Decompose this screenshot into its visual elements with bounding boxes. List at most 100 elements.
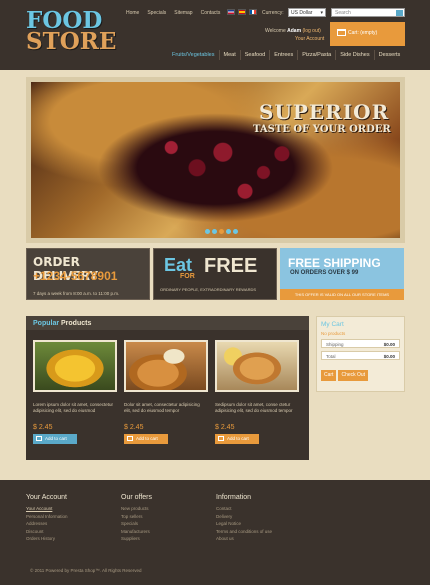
footer-link[interactable]: About us — [216, 535, 272, 543]
footer-link[interactable]: New products — [121, 505, 152, 513]
cart-button-label: Cart: (empty) — [348, 30, 378, 36]
chevron-down-icon: ▾ — [320, 10, 323, 16]
add-to-cart-button[interactable]: Add to cart — [124, 434, 168, 444]
cart-icon — [127, 436, 133, 441]
footer-information: Information Contact Delivery Legal Notic… — [216, 494, 272, 543]
promo-eat-sub: ORDINARY PEOPLE, EXTRAORDINARY REWARDS — [160, 287, 257, 292]
add-to-cart-label: Add to cart — [136, 436, 158, 441]
shipping-title: FREE SHIPPING — [288, 256, 381, 270]
cart-total-row: Total $0.00 — [321, 351, 400, 360]
search-input[interactable]: Search — [331, 8, 405, 17]
delivery-hours: 7 days a week from 8:00 a.m. to 11:00 p.… — [33, 291, 120, 296]
checkout-button[interactable]: Check Out — [338, 370, 369, 381]
promo-free-shipping[interactable]: FREE SHIPPING ON ORDERS OVER $ 99 THIS O… — [280, 248, 404, 300]
search-placeholder: Search — [335, 10, 351, 16]
footer-link[interactable]: Orders History — [26, 535, 68, 543]
slider-dot-3[interactable] — [219, 229, 224, 234]
cart-actions: Cart Check Out — [321, 370, 400, 381]
logout-link[interactable]: (log out) — [302, 28, 320, 34]
footer-link[interactable]: Contact — [216, 505, 272, 513]
total-value: $0.00 — [383, 354, 395, 359]
delivery-phone: +1234-5678901 — [33, 269, 118, 283]
nav-side-dishes[interactable]: Side Dishes — [335, 50, 373, 60]
product-image-nuggets[interactable] — [124, 340, 208, 392]
product-image-schnitzel[interactable] — [215, 340, 299, 392]
product-description: Lorem ipsum dolor sit amet, consectetur … — [33, 402, 114, 413]
my-cart-block: My Cart No products Shipping $0.00 Total… — [316, 316, 405, 392]
nav-pizza-pasta[interactable]: Pizza/Pasta — [297, 50, 335, 60]
product-card: Lorem ipsum dolor sit amet, consectetur … — [33, 340, 117, 444]
nav-fruits-vegetables[interactable]: Fruits/Vegetables — [168, 50, 219, 60]
topnav-sitemap[interactable]: Sitemap — [174, 10, 192, 16]
shipping-value: $0.00 — [383, 342, 395, 347]
footer-link[interactable]: Suppliers — [121, 535, 152, 543]
total-label: Total — [326, 354, 336, 359]
footer-account: Your Account Your Account Personal Infor… — [26, 494, 68, 543]
footer-link[interactable]: Delivery — [216, 513, 272, 521]
promo-order-delivery[interactable]: ORDER DELIVERY +1234-5678901 7 days a we… — [26, 248, 150, 300]
logo-line-2: STORE — [26, 28, 117, 55]
flag-fr-icon[interactable] — [249, 9, 257, 15]
slider-dot-1[interactable] — [205, 229, 210, 234]
footer-link[interactable]: Legal Notice — [216, 520, 272, 528]
popular-title-rest: Products — [61, 320, 92, 327]
footer-link[interactable]: Terms and conditions of use — [216, 528, 272, 536]
slider-dot-5[interactable] — [233, 229, 238, 234]
banner-slide[interactable]: SUPERIOR TASTE OF YOUR ORDER — [31, 82, 400, 238]
cart-icon — [36, 436, 42, 441]
add-to-cart-button[interactable]: Add to cart — [33, 434, 77, 444]
popular-heading: Popular Products — [26, 316, 309, 330]
footer-account-title: Your Account — [26, 494, 67, 501]
nav-desserts[interactable]: Desserts — [373, 50, 405, 60]
product-price: $ 2.45 — [33, 424, 53, 431]
copyright: © 2011 Powered by Presta Shop™. All Righ… — [30, 568, 142, 573]
flag-es-icon[interactable] — [238, 9, 246, 15]
slider-dot-4[interactable] — [226, 229, 231, 234]
topnav-specials[interactable]: Specials — [147, 10, 166, 16]
banner-title: SUPERIOR — [259, 100, 390, 124]
shipping-note: THIS OFFER IS VALID ON ALL OUR STORE ITE… — [280, 289, 404, 300]
my-cart-title[interactable]: My Cart — [321, 321, 400, 328]
product-card: Dolor sit amet, consectetur adipisicing … — [124, 340, 208, 444]
search-button[interactable] — [396, 10, 403, 16]
my-cart-empty: No products — [321, 331, 346, 336]
currency-label: Currency: — [262, 10, 284, 16]
topnav-home[interactable]: Home — [126, 10, 139, 16]
store-logo[interactable]: FOOD STORE — [26, 9, 117, 55]
product-description: Sedipsum dolor sit amet, conse ctetur ad… — [215, 402, 293, 413]
product-image-corn[interactable] — [33, 340, 117, 392]
product-price: $ 2.45 — [124, 424, 144, 431]
footer-link[interactable]: Personal Information — [26, 513, 68, 521]
footer-link[interactable]: Top sellers — [121, 513, 152, 521]
flag-en-icon[interactable] — [227, 9, 235, 15]
footer-link[interactable]: Manufacturers — [121, 528, 152, 536]
header: FOOD STORE Home Specials Sitemap Contact… — [0, 0, 430, 70]
language-flags — [227, 9, 257, 15]
banner-frame: SUPERIOR TASTE OF YOUR ORDER — [26, 77, 405, 243]
cart-icon — [337, 29, 346, 36]
your-account-link[interactable]: Your Account — [295, 36, 324, 42]
view-cart-button[interactable]: Cart — [321, 370, 337, 381]
footer-link[interactable]: Specials — [121, 520, 152, 528]
currency-select[interactable]: US Dollar ▾ — [288, 8, 326, 17]
cart-shipping-row: Shipping $0.00 — [321, 339, 400, 348]
promo-eat-free[interactable]: Eat FOR FREE ORDINARY PEOPLE, EXTRAORDIN… — [153, 248, 277, 300]
footer-offers: Our offers New products Top sellers Spec… — [121, 494, 152, 543]
currency-selected: US Dollar — [291, 10, 313, 16]
promo-for: FOR — [180, 273, 195, 280]
shipping-sub: ON ORDERS OVER $ 99 — [290, 270, 359, 276]
cart-button[interactable]: Cart: (empty) — [330, 22, 405, 46]
banner-subtitle: TASTE OF YOUR ORDER — [253, 124, 391, 135]
footer-link[interactable]: Discount — [26, 528, 68, 536]
add-to-cart-label: Add to cart — [227, 436, 249, 441]
user-name: Adam — [287, 28, 302, 34]
footer-link[interactable]: Your Account — [26, 505, 68, 513]
add-to-cart-button[interactable]: Add to cart — [215, 434, 259, 444]
nav-meat[interactable]: Meat — [218, 50, 240, 60]
welcome-text: Welcome Adam (log out) — [265, 28, 321, 34]
nav-entrees[interactable]: Entrees — [269, 50, 297, 60]
nav-seafood[interactable]: Seafood — [239, 50, 270, 60]
footer-link[interactable]: Addresses — [26, 520, 68, 528]
slider-dot-2[interactable] — [212, 229, 217, 234]
topnav-contacts[interactable]: Contacts — [201, 10, 221, 16]
